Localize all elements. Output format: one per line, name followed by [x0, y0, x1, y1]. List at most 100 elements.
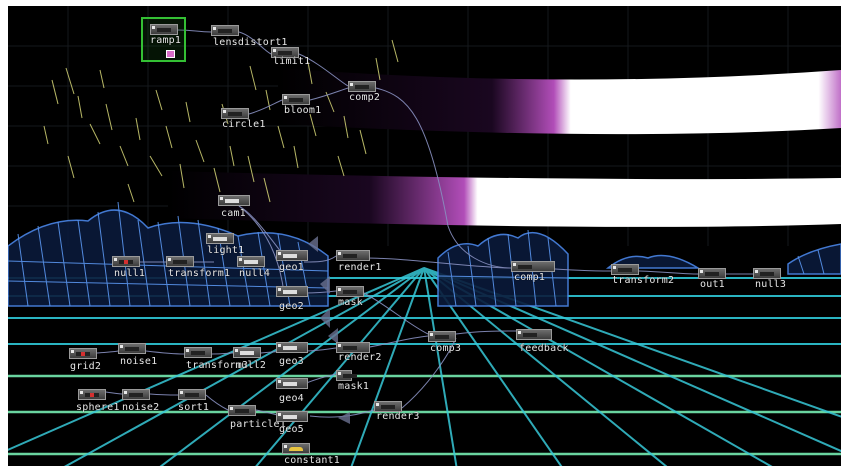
node-mask[interactable]: [336, 286, 364, 297]
null-op-icon: [760, 272, 774, 276]
node-geo3[interactable]: [276, 342, 308, 353]
node-null3[interactable]: [753, 268, 781, 279]
node-null2[interactable]: [233, 347, 261, 358]
geo-op-icon: [283, 346, 297, 350]
node-label-null4: null4: [239, 268, 271, 279]
geo-op-icon: [283, 415, 297, 419]
node-geo1[interactable]: [276, 250, 308, 261]
constant-op-icon: [289, 447, 303, 451]
node-mask1[interactable]: [336, 370, 357, 381]
render-op-icon: [343, 346, 357, 350]
node-label-grid2: grid2: [70, 361, 102, 372]
node-label-comp3: comp3: [430, 343, 462, 354]
circle-op-icon: [228, 112, 242, 116]
node-label-comp2: comp2: [349, 92, 381, 103]
node-feedback[interactable]: [516, 329, 552, 340]
feedback-op-icon: [523, 333, 537, 337]
node-out1[interactable]: [698, 268, 726, 279]
node-label-transform1: transform1: [168, 268, 231, 279]
noise-op-icon: [125, 347, 139, 351]
transform-op-icon: [173, 260, 187, 264]
sort-op-icon: [185, 393, 199, 397]
node-render1[interactable]: [336, 250, 370, 261]
node-sphere1[interactable]: [78, 389, 106, 400]
geo-op-icon: [283, 254, 297, 258]
node-null4[interactable]: [237, 256, 265, 267]
geo-op-icon: [283, 382, 297, 386]
node-label-limit1: limit1: [273, 56, 311, 67]
node-cam1[interactable]: [218, 195, 250, 206]
node-label-geo1: geo1: [279, 262, 304, 273]
node-transform1[interactable]: [166, 256, 194, 267]
node-particle1[interactable]: [228, 405, 256, 416]
node-comp2[interactable]: [348, 81, 376, 92]
viewer-flag-icon[interactable]: [166, 50, 175, 58]
node-geo5[interactable]: [276, 411, 308, 422]
node-light1[interactable]: [206, 233, 234, 244]
out-op-icon: [705, 272, 719, 276]
node-label-render1: render1: [338, 262, 382, 273]
node-label-mask: mask: [338, 297, 363, 308]
node-lensdistort1[interactable]: [211, 25, 239, 36]
node-comp3[interactable]: [428, 331, 456, 342]
node-label-sphere1: sphere1: [76, 402, 120, 413]
node-label-comp1: comp1: [514, 272, 546, 283]
node-label-circle1: circle1: [222, 119, 266, 130]
render-op-icon: [343, 254, 357, 258]
bloom-op-icon: [289, 98, 303, 102]
node-label-render3: render3: [376, 411, 420, 422]
render-op-icon: [381, 405, 395, 409]
node-transform3[interactable]: [184, 347, 212, 358]
node-label-constant1: constant1: [284, 455, 340, 466]
node-label-ramp1: ramp1: [150, 35, 182, 46]
particle-op-icon: [235, 409, 249, 413]
node-null1[interactable]: [112, 256, 140, 267]
node-label-feedback: feedback: [519, 343, 569, 354]
lensdistort-op-icon: [218, 29, 232, 33]
node-transform2[interactable]: [611, 264, 639, 275]
node-grid2[interactable]: [69, 348, 97, 359]
node-label-transform2: transform2: [612, 275, 675, 286]
node-label-null3: null3: [755, 279, 787, 290]
mask-op-icon: [343, 290, 357, 294]
camera-op-icon: [225, 199, 239, 203]
node-label-noise1: noise1: [120, 356, 158, 367]
mask-op-icon: [343, 374, 357, 378]
network-editor-canvas[interactable]: ramp1 lensdistort1 limit1 comp2 bloom1 c…: [8, 6, 841, 466]
node-label-out1: out1: [700, 279, 725, 290]
node-label-geo4: geo4: [279, 393, 304, 404]
null-op-icon: [240, 351, 254, 355]
node-label-mask1: mask1: [338, 381, 370, 392]
sphere-op-icon: [85, 393, 99, 397]
node-label-geo5: geo5: [279, 424, 304, 435]
comp-op-icon: [435, 335, 449, 339]
node-noise2[interactable]: [122, 389, 150, 400]
node-circle1[interactable]: [221, 108, 249, 119]
null-op-icon: [119, 260, 133, 264]
node-label-geo3: geo3: [279, 356, 304, 367]
limit-op-icon: [278, 51, 292, 55]
comp-op-icon: [518, 265, 532, 269]
node-constant1[interactable]: [282, 443, 310, 454]
grid-op-icon: [76, 352, 90, 356]
noise-op-icon: [129, 393, 143, 397]
node-comp1[interactable]: [511, 261, 555, 272]
comp-op-icon: [355, 85, 369, 89]
node-label-bloom1: bloom1: [284, 105, 322, 116]
ramp-op-icon: [157, 28, 171, 32]
node-label-null2: null2: [235, 360, 267, 371]
transform-op-icon: [618, 268, 632, 272]
node-label-cam1: cam1: [221, 208, 246, 219]
node-geo4[interactable]: [276, 378, 308, 389]
node-noise1[interactable]: [118, 343, 146, 354]
node-label-noise2: noise2: [122, 402, 160, 413]
node-bloom1[interactable]: [282, 94, 310, 105]
node-ramp1[interactable]: [150, 24, 178, 35]
light-op-icon: [213, 237, 227, 241]
node-geo2[interactable]: [276, 286, 308, 297]
node-label-render2: render2: [338, 352, 382, 363]
node-label-sort1: sort1: [178, 402, 210, 413]
node-label-null1: null1: [114, 268, 146, 279]
transform-op-icon: [191, 351, 205, 355]
node-sort1[interactable]: [178, 389, 206, 400]
